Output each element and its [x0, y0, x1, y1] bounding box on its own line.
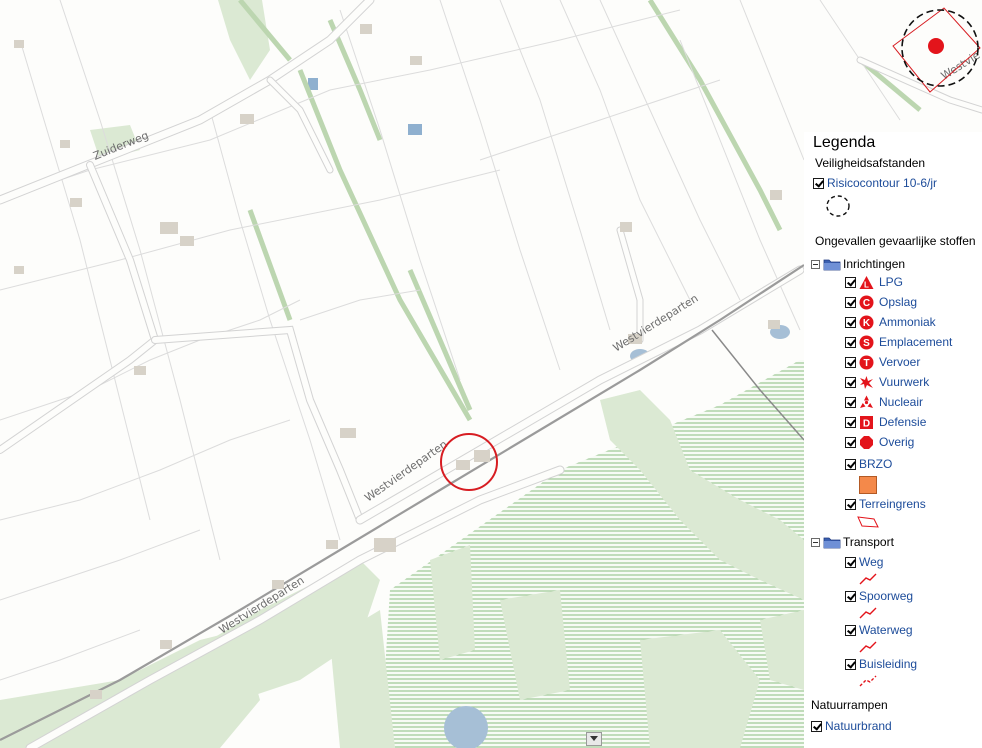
- buisleiding-line-icon: [859, 675, 877, 687]
- ammoniak-icon: K: [859, 315, 874, 329]
- legend-item-lpg[interactable]: L LPG: [845, 274, 903, 290]
- svg-text:T: T: [863, 358, 869, 369]
- lpg-triangle-icon: L: [859, 275, 874, 289]
- legend-item-ammoniak[interactable]: K Ammoniak: [845, 314, 936, 330]
- terreingrens-label[interactable]: Terreingrens: [859, 497, 926, 511]
- legend-item-vervoer[interactable]: T Vervoer: [845, 354, 920, 370]
- legend-item-overig[interactable]: Overig: [845, 434, 914, 450]
- legend-panel: Legenda Veiligheidsafstanden Risicoconto…: [804, 132, 982, 748]
- defensie-checkbox[interactable]: [845, 416, 856, 428]
- folder-icon: [823, 537, 841, 548]
- terreingrens-checkbox[interactable]: [845, 498, 856, 510]
- legend-item-nucleair[interactable]: Nucleair: [845, 394, 923, 410]
- overig-octagon-icon: [860, 435, 873, 449]
- overview-position-dot: [928, 38, 944, 54]
- vuurwerk-icon: [860, 375, 873, 389]
- lpg-label[interactable]: LPG: [879, 275, 903, 289]
- spoorweg-label[interactable]: Spoorweg: [859, 589, 913, 603]
- spoorweg-line-icon: [859, 607, 877, 619]
- vervoer-label[interactable]: Vervoer: [879, 355, 920, 369]
- vuurwerk-checkbox[interactable]: [845, 376, 856, 388]
- legend-item-risicocontour[interactable]: Risicocontour 10-6/jr: [813, 175, 937, 191]
- defensie-icon: D: [860, 415, 873, 429]
- inrichtingen-label: Inrichtingen: [843, 257, 906, 271]
- buisleiding-checkbox[interactable]: [845, 658, 856, 670]
- ammoniak-label[interactable]: Ammoniak: [879, 315, 936, 329]
- scroll-down-button[interactable]: [586, 732, 602, 746]
- natuurbrand-checkbox[interactable]: [811, 720, 822, 732]
- emplacement-icon: S: [859, 335, 874, 349]
- legend-item-buisleiding[interactable]: Buisleiding: [845, 656, 917, 672]
- lpg-checkbox[interactable]: [845, 276, 856, 288]
- overig-checkbox[interactable]: [845, 436, 856, 448]
- risicocontour-dashed-circle-icon: [826, 195, 850, 217]
- brzo-checkbox[interactable]: [845, 458, 856, 470]
- defensie-label[interactable]: Defensie: [879, 415, 926, 429]
- weg-line-icon: [859, 573, 877, 585]
- section-ongevallen-gevaarlijke-stoffen: Ongevallen gevaarlijke stoffen: [815, 234, 976, 248]
- legend-item-weg[interactable]: Weg: [845, 554, 883, 570]
- section-natuurrampen: Natuurrampen: [811, 698, 888, 712]
- weg-label[interactable]: Weg: [859, 555, 883, 569]
- ammoniak-checkbox[interactable]: [845, 316, 856, 328]
- overig-label[interactable]: Overig: [879, 435, 914, 449]
- nucleair-label[interactable]: Nucleair: [879, 395, 923, 409]
- opslag-label[interactable]: Opslag: [879, 295, 917, 309]
- nucleair-checkbox[interactable]: [845, 396, 856, 408]
- pond: [444, 706, 488, 748]
- waterweg-line-icon: [859, 641, 877, 653]
- svg-text:C: C: [863, 298, 870, 309]
- spoorweg-checkbox[interactable]: [845, 590, 856, 602]
- weg-checkbox[interactable]: [845, 556, 856, 568]
- risicocontour-checkbox[interactable]: [813, 177, 824, 189]
- legend-item-spoorweg[interactable]: Spoorweg: [845, 588, 913, 604]
- legend-item-defensie[interactable]: D Defensie: [845, 414, 926, 430]
- waterweg-label[interactable]: Waterweg: [859, 623, 913, 637]
- legend-title: Legenda: [813, 134, 876, 151]
- svg-text:S: S: [863, 338, 870, 349]
- transport-label: Transport: [843, 535, 894, 549]
- pond: [408, 124, 422, 135]
- opslag-checkbox[interactable]: [845, 296, 856, 308]
- vervoer-icon: T: [859, 355, 874, 369]
- legend-item-natuurbrand[interactable]: Natuurbrand: [811, 718, 892, 734]
- group-inrichtingen[interactable]: Inrichtingen: [811, 256, 905, 272]
- natuurbrand-label[interactable]: Natuurbrand: [825, 719, 892, 733]
- buisleiding-label[interactable]: Buisleiding: [859, 657, 917, 671]
- vuurwerk-label[interactable]: Vuurwerk: [879, 375, 929, 389]
- nucleair-icon: [860, 395, 873, 408]
- folder-icon: [823, 259, 841, 270]
- terreingrens-polygon-icon: [857, 516, 879, 528]
- emplacement-label[interactable]: Emplacement: [879, 335, 952, 349]
- group-transport[interactable]: Transport: [811, 534, 894, 550]
- vervoer-checkbox[interactable]: [845, 356, 856, 368]
- svg-text:D: D: [863, 418, 870, 429]
- svg-text:K: K: [863, 318, 871, 329]
- section-veiligheidsafstanden: Veiligheidsafstanden: [815, 156, 926, 170]
- brzo-label[interactable]: BRZO: [859, 457, 892, 471]
- opslag-icon: C: [859, 295, 874, 309]
- emplacement-checkbox[interactable]: [845, 336, 856, 348]
- risicocontour-label[interactable]: Risicocontour 10-6/jr: [827, 176, 937, 190]
- legend-item-waterweg[interactable]: Waterweg: [845, 622, 913, 638]
- forest-patch: [218, 0, 270, 80]
- legend-item-emplacement[interactable]: S Emplacement: [845, 334, 952, 350]
- legend-item-terreingrens[interactable]: Terreingrens: [845, 496, 926, 512]
- waterweg-checkbox[interactable]: [845, 624, 856, 636]
- legend-item-vuurwerk[interactable]: Vuurwerk: [845, 374, 929, 390]
- brzo-swatch: [859, 476, 877, 494]
- chevron-down-icon: [590, 736, 598, 741]
- svg-text:L: L: [864, 280, 869, 289]
- legend-item-brzo[interactable]: BRZO: [845, 456, 892, 472]
- road-label-westvierdeparten: Westvierdeparten: [611, 292, 701, 355]
- legend-item-opslag[interactable]: C Opslag: [845, 294, 917, 310]
- collapse-inrichtingen-toggle[interactable]: [811, 259, 820, 269]
- collapse-transport-toggle[interactable]: [811, 537, 820, 547]
